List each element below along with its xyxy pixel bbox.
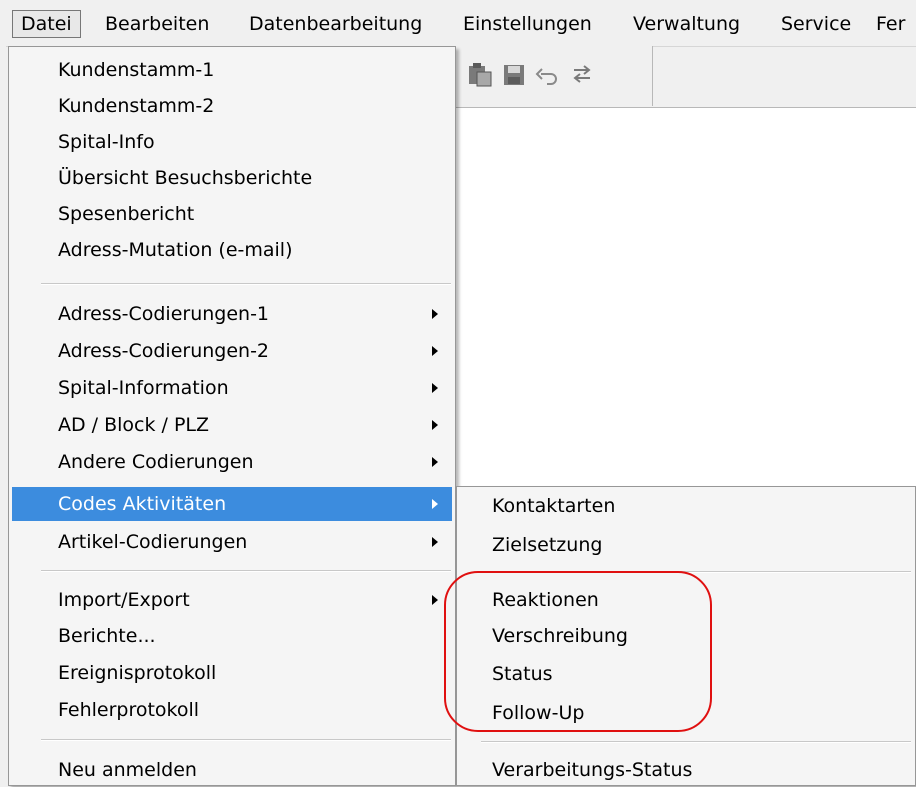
menu-bearbeiten[interactable]: Bearbeiten bbox=[97, 10, 217, 38]
menu-item-label: Andere Codierungen bbox=[58, 451, 254, 473]
menu-verwaltung[interactable]: Verwaltung bbox=[625, 10, 748, 38]
toolbar bbox=[452, 46, 653, 106]
menu-item-label: Import/Export bbox=[58, 589, 190, 611]
menu-item-label: Codes Aktivitäten bbox=[58, 493, 227, 515]
menu-item-label: Adress-Codierungen-2 bbox=[58, 340, 270, 362]
submenu-item-reaktionen[interactable]: Reaktionen bbox=[460, 583, 912, 617]
menu-separator bbox=[481, 571, 911, 573]
submenu-item-verschreibung[interactable]: Verschreibung bbox=[460, 619, 912, 653]
submenu-item-zielsetzung[interactable]: Zielsetzung bbox=[460, 528, 912, 562]
menu-item-label: AD / Block / PLZ bbox=[58, 414, 210, 436]
menu-separator bbox=[41, 739, 451, 741]
submenu-item-status[interactable]: Status bbox=[460, 657, 912, 691]
menu-item-andere-codierungen[interactable]: Andere Codierungen bbox=[12, 445, 452, 479]
menu-separator bbox=[41, 283, 451, 285]
submenu-arrow-icon bbox=[432, 537, 438, 547]
paste-icon[interactable] bbox=[464, 60, 496, 90]
menu-service[interactable]: Service bbox=[773, 10, 859, 38]
menu-item-ereignisprotokoll[interactable]: Ereignisprotokoll bbox=[12, 656, 452, 690]
submenu-arrow-icon bbox=[432, 309, 438, 319]
menu-item-spital-information[interactable]: Spital-Information bbox=[12, 371, 452, 405]
submenu-item-verarbeitungs-status[interactable]: Verarbeitungs-Status bbox=[460, 753, 912, 787]
submenu-item-follow-up[interactable]: Follow-Up bbox=[460, 696, 912, 730]
menu-datenbearbeitung[interactable]: Datenbearbeitung bbox=[241, 10, 430, 38]
submenu-arrow-icon bbox=[432, 383, 438, 393]
submenu-arrow-icon bbox=[432, 595, 438, 605]
redo-icon[interactable] bbox=[566, 60, 598, 90]
save-icon[interactable] bbox=[498, 60, 530, 90]
menu-bar: Datei Bearbeiten Datenbearbeitung Einste… bbox=[0, 0, 916, 47]
menu-item-adress-codierungen-2[interactable]: Adress-Codierungen-2 bbox=[12, 334, 452, 368]
menu-einstellungen[interactable]: Einstellungen bbox=[455, 10, 600, 38]
submenu-arrow-icon bbox=[432, 499, 438, 509]
menu-item-codes-aktivitaeten[interactable]: Codes Aktivitäten bbox=[12, 487, 452, 521]
menu-item-berichte[interactable]: Berichte... bbox=[12, 619, 452, 653]
menu-item-artikel-codierungen[interactable]: Artikel-Codierungen bbox=[12, 525, 452, 559]
menu-item-label: Spital-Information bbox=[58, 377, 229, 399]
menu-item-neu-anmelden[interactable]: Neu anmelden bbox=[12, 753, 452, 787]
menu-item-adress-codierungen-1[interactable]: Adress-Codierungen-1 bbox=[12, 297, 452, 331]
datei-dropdown: Kundenstamm-1 Kundenstamm-2 Spital-Info … bbox=[8, 46, 456, 786]
menu-item-spital-info[interactable]: Spital-Info bbox=[12, 125, 452, 159]
menu-item-label: Artikel-Codierungen bbox=[58, 531, 248, 553]
menu-item-ad-block-plz[interactable]: AD / Block / PLZ bbox=[12, 408, 452, 442]
menu-item-spesenbericht[interactable]: Spesenbericht bbox=[12, 197, 452, 231]
codes-aktivitaeten-submenu: Kontaktarten Zielsetzung Reaktionen Vers… bbox=[456, 486, 916, 786]
submenu-item-kontaktarten[interactable]: Kontaktarten bbox=[460, 489, 912, 523]
menu-separator bbox=[41, 570, 451, 572]
menu-item-label: Adress-Codierungen-1 bbox=[58, 303, 270, 325]
menu-fenster[interactable]: Fer bbox=[868, 10, 913, 38]
menu-item-fehlerprotokoll[interactable]: Fehlerprotokoll bbox=[12, 693, 452, 727]
undo-icon[interactable] bbox=[532, 60, 564, 90]
window-left-edge bbox=[0, 46, 6, 769]
menu-separator bbox=[481, 741, 911, 743]
submenu-arrow-icon bbox=[432, 346, 438, 356]
menu-item-kundenstamm-1[interactable]: Kundenstamm-1 bbox=[12, 53, 452, 87]
menu-item-import-export[interactable]: Import/Export bbox=[12, 583, 452, 617]
menu-item-kundenstamm-2[interactable]: Kundenstamm-2 bbox=[12, 89, 452, 123]
menu-item-uebersicht-besuchsberichte[interactable]: Übersicht Besuchsberichte bbox=[12, 161, 452, 195]
menu-item-adress-mutation[interactable]: Adress-Mutation (e-mail) bbox=[12, 233, 452, 267]
submenu-arrow-icon bbox=[432, 420, 438, 430]
submenu-arrow-icon bbox=[432, 457, 438, 467]
menu-datei[interactable]: Datei bbox=[12, 10, 81, 38]
